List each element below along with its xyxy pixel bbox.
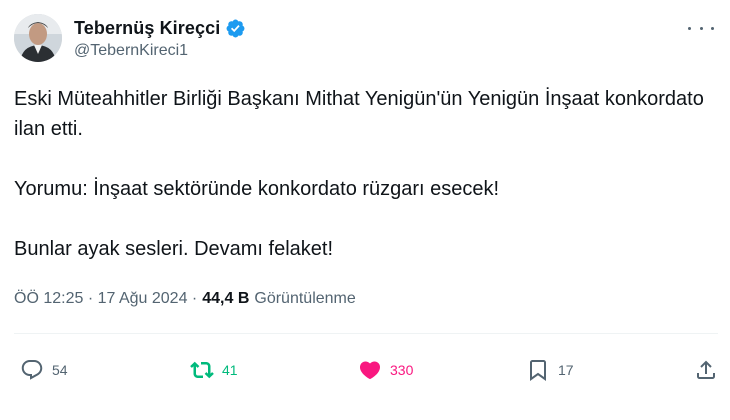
user-info: Tebernüş Kireçci @TebernKireci1 [74,16,246,60]
more-dot [711,26,714,30]
display-name[interactable]: Tebernüş Kireçci [74,18,220,39]
tweet-header: Tebernüş Kireçci @TebernKireci1 [14,14,718,66]
user-handle[interactable]: @TebernKireci1 [74,42,246,60]
bookmark-count: 17 [558,362,574,378]
share-icon [697,360,715,379]
more-dot [699,26,703,30]
action-bar: 54 41 330 17 [14,352,718,388]
tweet-meta: ÖÖ 12:25 · 17 Ağu 2024 · 44,4 B Görüntül… [14,290,356,308]
tweet-text: Eski Müteahhitler Birliği Başkanı Mithat… [14,84,714,264]
avatar-photo [14,14,62,62]
bookmark-button[interactable]: 17 [526,352,574,388]
retweet-button[interactable]: 41 [190,352,238,388]
views-label: Görüntülenme [254,290,356,307]
retweet-icon [190,361,214,379]
tweet-card: Tebernüş Kireçci @TebernKireci1 Eski Müt… [0,0,730,420]
more-options-icon[interactable] [688,20,714,36]
avatar[interactable] [14,14,62,62]
like-count: 330 [390,362,414,378]
views-count: 44,4 B [202,290,250,307]
verified-badge-icon[interactable] [225,18,246,39]
tweet-timestamp[interactable]: ÖÖ 12:25 · 17 Ağu 2024 · [14,290,197,308]
divider [14,333,718,334]
like-button[interactable]: 330 [358,352,413,388]
tweet-paragraph: Bunlar ayak sesleri. Devamı felaket! [14,238,334,260]
reply-icon [21,360,43,380]
retweet-count: 41 [222,362,238,378]
tweet-paragraph: Yorumu: İnşaat sektöründe konkordato rüz… [14,178,500,200]
heart-icon [359,361,381,380]
bookmark-icon [530,360,546,381]
tweet-paragraph: Eski Müteahhitler Birliği Başkanı Mithat… [14,88,704,140]
display-name-row: Tebernüş Kireçci [74,16,246,40]
reply-button[interactable]: 54 [20,352,68,388]
share-button[interactable] [694,352,718,388]
reply-count: 54 [52,362,68,378]
more-dot [688,26,691,30]
